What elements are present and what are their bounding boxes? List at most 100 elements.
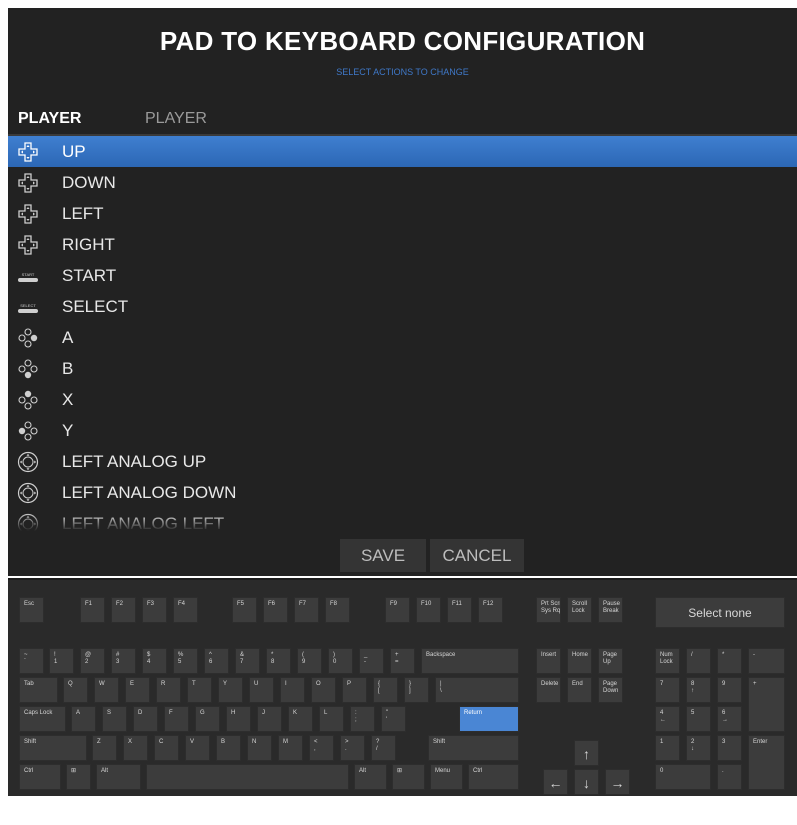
key-space[interactable] <box>146 764 349 790</box>
key-o[interactable]: O <box>311 677 336 703</box>
key-t[interactable]: T <box>187 677 212 703</box>
key-numlock[interactable]: Num Lock <box>655 648 680 674</box>
key-down[interactable]: ↓ <box>574 769 599 795</box>
action-row[interactable]: DOWN <box>8 167 797 198</box>
key-kmul[interactable]: * <box>717 648 742 674</box>
key-d6[interactable]: ^ 6 <box>204 648 229 674</box>
key-d0[interactable]: ) 0 <box>328 648 353 674</box>
save-button[interactable]: SAVE <box>340 539 426 572</box>
key-k2[interactable]: 2 ↓ <box>686 735 711 761</box>
key-ksub[interactable]: - <box>748 648 785 674</box>
key-k9[interactable]: 9 <box>717 677 742 703</box>
key-f5[interactable]: F5 <box>232 597 257 623</box>
key-pause[interactable]: Pause Break <box>598 597 623 623</box>
key-f12[interactable]: F12 <box>478 597 503 623</box>
key-bslash[interactable]: | \ <box>435 677 519 703</box>
key-quote[interactable]: " ' <box>381 706 406 732</box>
key-k5[interactable]: 5 <box>686 706 711 732</box>
key-h[interactable]: H <box>226 706 251 732</box>
key-delete[interactable]: Delete <box>536 677 561 703</box>
key-caps[interactable]: Caps Lock <box>19 706 66 732</box>
action-row[interactable]: X <box>8 384 797 415</box>
key-slash[interactable]: ? / <box>371 735 396 761</box>
key-semi[interactable]: : ; <box>350 706 375 732</box>
action-row[interactable]: LEFT <box>8 198 797 229</box>
key-lwin[interactable]: ⊞ <box>66 764 91 790</box>
key-f11[interactable]: F11 <box>447 597 472 623</box>
key-pgdn[interactable]: Page Down <box>598 677 623 703</box>
key-scroll[interactable]: Scroll Lock <box>567 597 592 623</box>
action-row[interactable]: LEFT ANALOG UP <box>8 446 797 477</box>
key-prtsc[interactable]: Prt Scrn Sys Rq <box>536 597 561 623</box>
key-rwin[interactable]: ⊞ <box>392 764 425 790</box>
key-k3[interactable]: 3 <box>717 735 742 761</box>
action-row[interactable]: START START <box>8 260 797 291</box>
key-end[interactable]: End <box>567 677 592 703</box>
key-lshift[interactable]: Shift <box>19 735 87 761</box>
key-lalt[interactable]: Alt <box>96 764 141 790</box>
key-a[interactable]: A <box>71 706 96 732</box>
key-c[interactable]: C <box>154 735 179 761</box>
key-l[interactable]: L <box>319 706 344 732</box>
key-g[interactable]: G <box>195 706 220 732</box>
key-k0[interactable]: 0 <box>655 764 711 790</box>
key-period[interactable]: > . <box>340 735 365 761</box>
key-left[interactable]: ← <box>543 769 568 795</box>
action-row[interactable]: B <box>8 353 797 384</box>
key-q[interactable]: Q <box>63 677 88 703</box>
key-lbr[interactable]: { [ <box>373 677 398 703</box>
key-e[interactable]: E <box>125 677 150 703</box>
key-d7[interactable]: & 7 <box>235 648 260 674</box>
key-comma[interactable]: < , <box>309 735 334 761</box>
key-f9[interactable]: F9 <box>385 597 410 623</box>
key-d2[interactable]: @ 2 <box>80 648 105 674</box>
key-up[interactable]: ↑ <box>574 740 599 766</box>
key-backspace[interactable]: Backspace <box>421 648 519 674</box>
key-k8[interactable]: 8 ↑ <box>686 677 711 703</box>
action-row[interactable]: RIGHT <box>8 229 797 260</box>
key-v[interactable]: V <box>185 735 210 761</box>
key-right[interactable]: → <box>605 769 630 795</box>
key-f1[interactable]: F1 <box>80 597 105 623</box>
key-lctrl[interactable]: Ctrl <box>19 764 61 790</box>
key-d9[interactable]: ( 9 <box>297 648 322 674</box>
key-k[interactable]: K <box>288 706 313 732</box>
key-i[interactable]: I <box>280 677 305 703</box>
action-row[interactable]: SELECT SELECT <box>8 291 797 322</box>
key-rbr[interactable]: } ] <box>404 677 429 703</box>
key-pgup[interactable]: Page Up <box>598 648 623 674</box>
key-f7[interactable]: F7 <box>294 597 319 623</box>
key-j[interactable]: J <box>257 706 282 732</box>
select-none-button[interactable]: Select none <box>655 597 785 628</box>
action-row[interactable]: A <box>8 322 797 353</box>
key-f3[interactable]: F3 <box>142 597 167 623</box>
key-f8[interactable]: F8 <box>325 597 350 623</box>
key-kdiv[interactable]: / <box>686 648 711 674</box>
key-insert[interactable]: Insert <box>536 648 561 674</box>
key-kdot[interactable]: . <box>717 764 742 790</box>
key-y[interactable]: Y <box>218 677 243 703</box>
key-d1[interactable]: ! 1 <box>49 648 74 674</box>
key-p[interactable]: P <box>342 677 367 703</box>
key-d4[interactable]: $ 4 <box>142 648 167 674</box>
key-menu[interactable]: Menu <box>430 764 463 790</box>
key-k6[interactable]: 6 → <box>717 706 742 732</box>
key-u[interactable]: U <box>249 677 274 703</box>
key-d8[interactable]: * 8 <box>266 648 291 674</box>
key-d[interactable]: D <box>133 706 158 732</box>
key-home[interactable]: Home <box>567 648 592 674</box>
key-equals[interactable]: + = <box>390 648 415 674</box>
key-z[interactable]: Z <box>92 735 117 761</box>
key-k1[interactable]: 1 <box>655 735 680 761</box>
key-rshift[interactable]: Shift <box>428 735 519 761</box>
key-rctrl[interactable]: Ctrl <box>468 764 519 790</box>
key-grave[interactable]: ~ ` <box>19 648 44 674</box>
key-return[interactable]: Return <box>459 706 519 732</box>
key-f2[interactable]: F2 <box>111 597 136 623</box>
key-enter[interactable]: Enter <box>748 735 785 790</box>
key-f10[interactable]: F10 <box>416 597 441 623</box>
key-x[interactable]: X <box>123 735 148 761</box>
key-r[interactable]: R <box>156 677 181 703</box>
action-row[interactable]: LEFT ANALOG DOWN <box>8 477 797 508</box>
key-esc[interactable]: Esc <box>19 597 44 623</box>
